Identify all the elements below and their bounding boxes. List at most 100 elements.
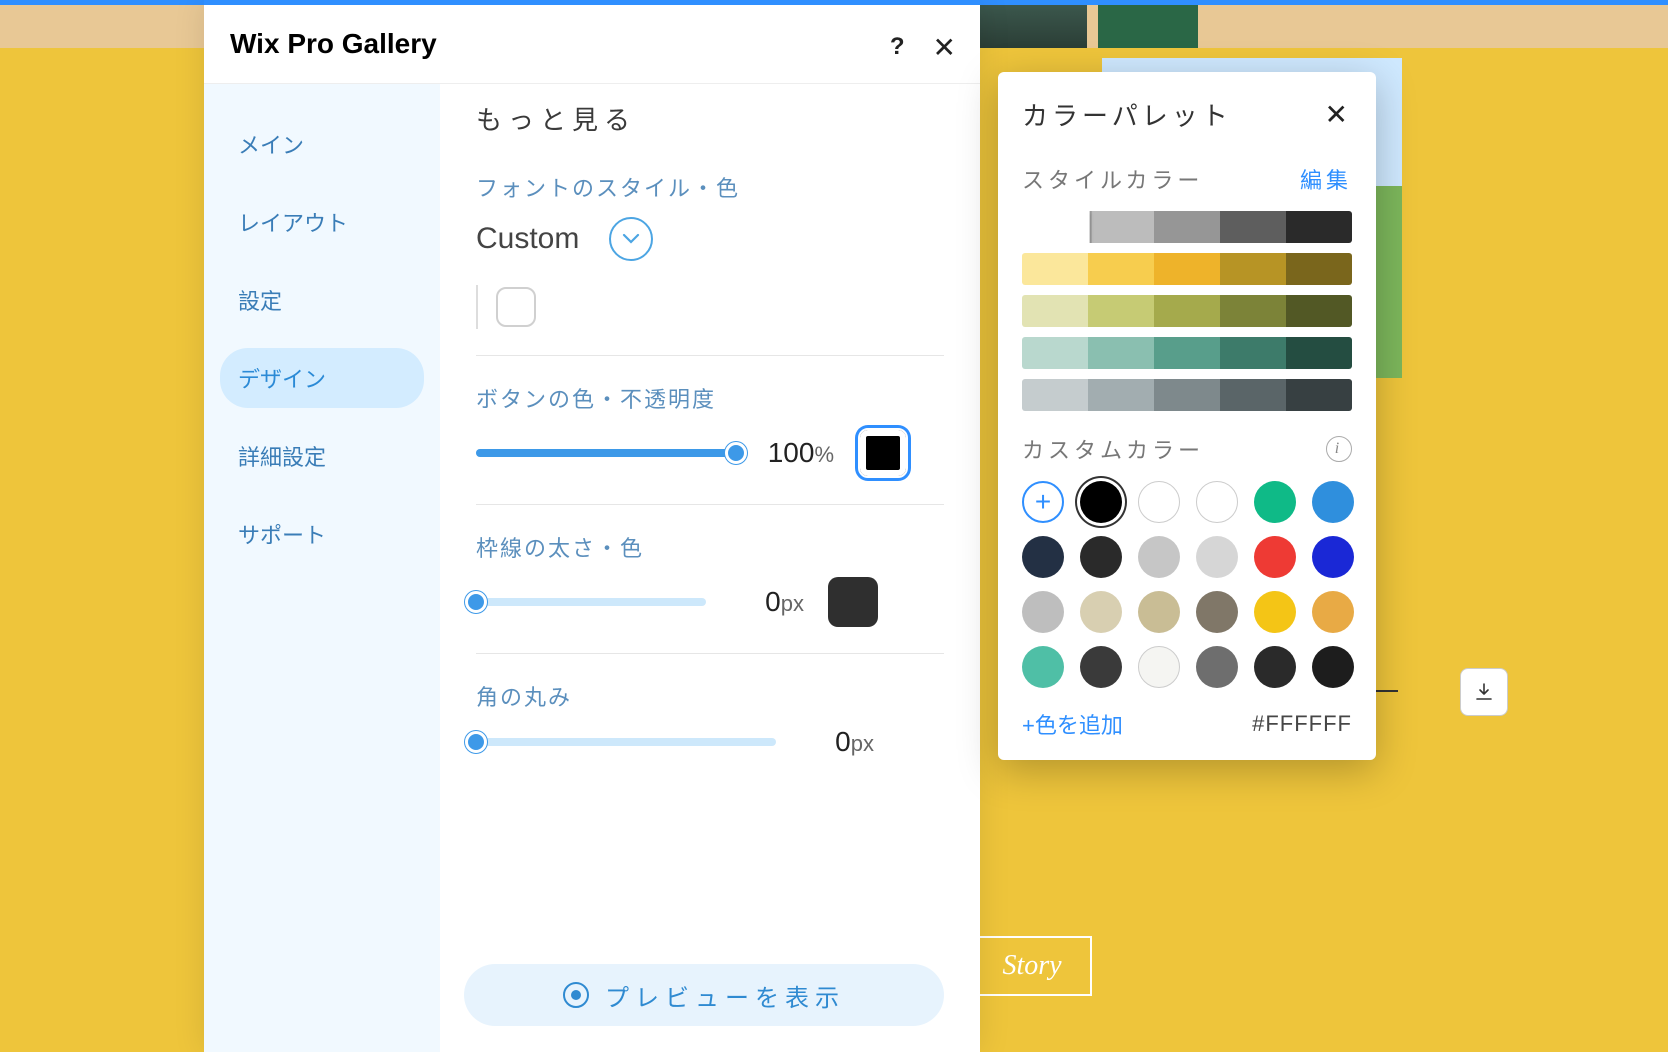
sidebar-item-settings[interactable]: 設定 (220, 270, 424, 330)
panel-header: Wix Pro Gallery ? ✕ (204, 0, 980, 84)
style-color-swatch[interactable] (1220, 295, 1286, 327)
font-expand-button[interactable] (609, 217, 653, 261)
preview-button-label: プレビューを表示 (605, 978, 845, 1013)
divider (476, 355, 944, 356)
panel-title: Wix Pro Gallery (230, 28, 437, 60)
custom-color-swatch[interactable] (1080, 646, 1122, 688)
add-custom-color-button[interactable]: + (1022, 481, 1064, 523)
style-color-swatch[interactable] (1286, 337, 1352, 369)
custom-color-swatch[interactable] (1196, 591, 1238, 633)
custom-color-swatch[interactable] (1312, 481, 1354, 523)
opacity-slider[interactable] (476, 449, 736, 457)
custom-color-swatch[interactable] (1022, 536, 1064, 578)
custom-color-swatch[interactable] (1312, 646, 1354, 688)
button-color-label: ボタンの色・不透明度 (476, 382, 944, 414)
custom-color-swatch[interactable] (1138, 646, 1180, 688)
custom-color-swatch[interactable] (1196, 481, 1238, 523)
custom-color-swatch[interactable] (1312, 591, 1354, 633)
style-colors-label: スタイルカラー (1022, 163, 1203, 195)
radius-label: 角の丸み (476, 680, 944, 712)
style-color-swatch[interactable] (1154, 295, 1220, 327)
separator (476, 285, 478, 329)
preview-button[interactable]: プレビューを表示 (464, 964, 944, 1026)
style-color-swatch[interactable] (1286, 211, 1352, 243)
sidebar-item-design[interactable]: デザイン (220, 348, 424, 408)
custom-color-swatch[interactable] (1080, 536, 1122, 578)
add-color-link[interactable]: +色を追加 (1022, 708, 1123, 740)
style-color-swatch[interactable] (1088, 379, 1154, 411)
border-label: 枠線の太さ・色 (476, 531, 944, 563)
custom-color-swatch[interactable] (1254, 481, 1296, 523)
style-color-swatch[interactable] (1022, 337, 1088, 369)
content-area: もっと見る フォントのスタイル・色 Custom ボタンの色・不透明度 (440, 84, 980, 1052)
opacity-unit: % (814, 442, 834, 467)
custom-color-swatch[interactable] (1138, 536, 1180, 578)
font-style-label: フォントのスタイル・色 (476, 171, 944, 203)
custom-color-swatch[interactable] (1080, 481, 1122, 523)
custom-color-swatch[interactable] (1022, 591, 1064, 633)
border-color-swatch[interactable] (828, 577, 878, 627)
border-unit: px (781, 591, 804, 616)
style-color-swatch[interactable] (1220, 337, 1286, 369)
custom-color-swatch[interactable] (1312, 536, 1354, 578)
style-color-row (1022, 295, 1352, 327)
style-color-swatch[interactable] (1154, 211, 1220, 243)
custom-color-swatch[interactable] (1138, 481, 1180, 523)
custom-color-swatch[interactable] (1196, 646, 1238, 688)
style-color-swatch[interactable] (1220, 211, 1286, 243)
style-color-swatch[interactable] (1022, 211, 1090, 243)
bg-story-button[interactable]: Story (972, 936, 1092, 996)
radius-slider[interactable] (476, 738, 776, 746)
style-color-swatch[interactable] (1154, 253, 1220, 285)
style-color-row (1022, 379, 1352, 411)
style-color-swatch[interactable] (1154, 379, 1220, 411)
help-icon[interactable]: ? (890, 33, 905, 61)
sidebar: メイン レイアウト 設定 デザイン 詳細設定 サポート (204, 84, 440, 1052)
style-color-swatch[interactable] (1088, 253, 1154, 285)
style-color-swatch[interactable] (1220, 379, 1286, 411)
border-width-slider[interactable] (476, 598, 706, 606)
download-icon[interactable] (1460, 668, 1508, 716)
popover-close-icon[interactable]: ✕ (1325, 98, 1352, 131)
close-icon[interactable]: ✕ (933, 31, 956, 64)
custom-color-swatch[interactable] (1138, 591, 1180, 633)
style-color-swatch[interactable] (1088, 211, 1154, 243)
custom-color-swatch[interactable] (1022, 646, 1064, 688)
style-color-swatch[interactable] (1022, 379, 1088, 411)
edit-link[interactable]: 編集 (1300, 163, 1352, 195)
custom-color-swatch[interactable] (1254, 591, 1296, 633)
popover-title: カラーパレット (1022, 96, 1232, 133)
divider (476, 504, 944, 505)
custom-color-swatch[interactable] (1254, 536, 1296, 578)
style-color-row (1022, 337, 1352, 369)
opacity-value: 100 (768, 437, 815, 468)
custom-color-swatch[interactable] (1254, 646, 1296, 688)
sidebar-item-support[interactable]: サポート (220, 504, 424, 564)
radius-unit: px (851, 731, 874, 756)
sidebar-item-advanced[interactable]: 詳細設定 (220, 426, 424, 486)
style-color-swatch[interactable] (1286, 379, 1352, 411)
radius-value: 0 (835, 726, 851, 757)
sidebar-item-layout[interactable]: レイアウト (220, 192, 424, 252)
style-color-swatch[interactable] (1022, 295, 1088, 327)
style-color-swatch[interactable] (1088, 295, 1154, 327)
style-color-swatch[interactable] (1022, 253, 1088, 285)
bg-thumb (1098, 0, 1198, 48)
style-color-swatch[interactable] (1286, 253, 1352, 285)
custom-color-swatch[interactable] (1196, 536, 1238, 578)
font-color-swatch[interactable] (496, 287, 536, 327)
style-color-swatch[interactable] (1154, 337, 1220, 369)
style-color-swatch[interactable] (1088, 337, 1154, 369)
style-color-swatch[interactable] (1220, 253, 1286, 285)
eye-icon (563, 982, 589, 1008)
style-color-row (1022, 253, 1352, 285)
color-palette-popover: カラーパレット ✕ スタイルカラー 編集 カスタムカラー i + +色を追加 #… (998, 72, 1376, 760)
sidebar-item-main[interactable]: メイン (220, 114, 424, 174)
custom-colors-label: カスタムカラー (1022, 433, 1204, 465)
hex-value: #FFFFFF (1252, 711, 1352, 737)
info-icon[interactable]: i (1326, 436, 1352, 462)
style-color-row (1022, 211, 1352, 243)
custom-color-swatch[interactable] (1080, 591, 1122, 633)
button-color-swatch[interactable] (858, 428, 908, 478)
style-color-swatch[interactable] (1286, 295, 1352, 327)
